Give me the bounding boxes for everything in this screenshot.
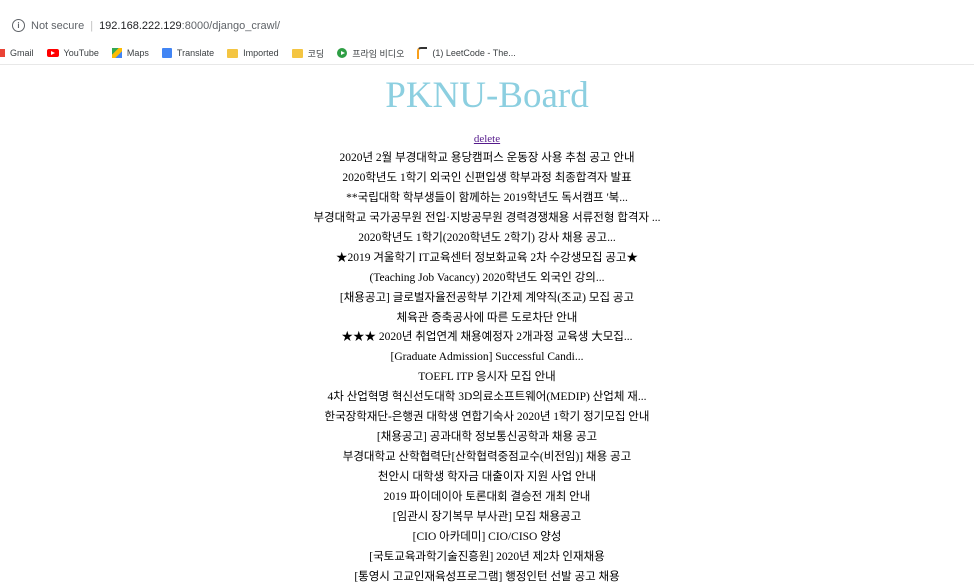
bookmark-translate[interactable]: Translate [161, 48, 215, 58]
bookmark-label: 코딩 [307, 48, 325, 59]
bookmark-label: (1) LeetCode - The... [432, 48, 516, 58]
bookmark-youtube[interactable]: YouTube [46, 48, 99, 58]
post-item[interactable]: 천안시 대학생 학자금 대출이자 지원 사업 안내 [0, 468, 974, 488]
post-item[interactable]: [임관시 장기복무 부사관] 모집 채용공고 [0, 508, 974, 528]
play-icon [337, 48, 348, 58]
url-separator: | [90, 19, 94, 32]
post-item[interactable]: TOEFL ITP 응시자 모집 안내 [0, 368, 974, 388]
post-item[interactable]: 한국장학재단-은행권 대학생 연합기숙사 2020년 1학기 정기모집 안내 [0, 408, 974, 428]
bookmark-imported[interactable]: Imported [227, 48, 279, 58]
delete-container: delete [0, 132, 974, 146]
bookmark-label: Maps [126, 48, 149, 58]
bookmark-leetcode[interactable]: (1) LeetCode - The... [417, 47, 516, 59]
post-item[interactable]: 체육관 증축공사에 따른 도로차단 안내 [0, 309, 974, 329]
bookmark-label: Imported [243, 48, 279, 58]
post-item[interactable]: [CIO 아카데미] CIO/CISO 양성 [0, 528, 974, 548]
address-bar[interactable]: i Not secure | 192.168.222.129:8000/djan… [0, 0, 974, 42]
bookmark-label: 프라임 비디오 [352, 48, 405, 59]
delete-link[interactable]: delete [474, 133, 500, 145]
bookmark-label: Gmail [10, 48, 34, 58]
post-item[interactable]: 부경대학교 산학협력단[산학협력중점교수(비전임)] 채용 공고 [0, 448, 974, 468]
post-item[interactable]: [Graduate Admission] Successful Candi... [0, 348, 974, 368]
translate-icon [161, 48, 172, 58]
post-item[interactable]: [통영시 고교인재육성프로그램] 행정인턴 선발 공고 채용 [0, 568, 974, 588]
maps-icon [111, 48, 122, 58]
bookmark-prime-video[interactable]: 프라임 비디오 [337, 47, 404, 60]
post-item[interactable]: 2020학년도 1학기(2020학년도 2학기) 강사 채용 공고... [0, 229, 974, 249]
post-item[interactable]: [채용공고] 글로벌자율전공학부 기간제 계약직(조교) 모집 공고 [0, 289, 974, 309]
page-title: PKNU-Board [385, 75, 589, 116]
bookmark-coding[interactable]: 코딩 [291, 47, 325, 60]
post-item[interactable]: [국토교육과학기술진흥원] 2020년 제2차 인재채용 [0, 548, 974, 568]
info-icon[interactable]: i [12, 19, 25, 32]
post-item[interactable]: **국립대학 학부생들이 함께하는 2019학년도 독서캠프 '북... [0, 189, 974, 209]
post-item[interactable]: (Teaching Job Vacancy) 2020학년도 외국인 강의... [0, 269, 974, 289]
post-item[interactable]: 4차 산업혁명 혁신선도대학 3D의료소프트웨어(MEDIP) 산업체 재... [0, 388, 974, 408]
post-item[interactable]: 2020학년도 1학기 외국인 신편입생 학부과정 최종합격자 발표 [0, 169, 974, 189]
leetcode-icon [417, 47, 428, 59]
post-item[interactable]: ★2019 겨울학기 IT교육센터 정보화교육 2차 수강생모집 공고★ [0, 249, 974, 269]
post-list: 2020년 2월 부경대학교 용당캠퍼스 운동장 사용 추첨 공고 안내 202… [0, 149, 974, 588]
bookmarks-bar: Gmail YouTube Maps Translate Imported 코딩… [0, 42, 974, 65]
post-item[interactable]: 부경대학교 국가공무원 전입·지방공무원 경력경쟁채용 서류전형 합격자 ... [0, 209, 974, 229]
bookmark-label: Translate [176, 48, 215, 58]
url-host: 192.168.222.129 [99, 19, 182, 32]
bookmark-gmail[interactable]: Gmail [0, 48, 34, 58]
post-item[interactable]: [채용공고] 공과대학 정보통신공학과 채용 공고 [0, 428, 974, 448]
security-label: Not secure [31, 19, 85, 32]
bookmark-label: YouTube [63, 48, 99, 58]
youtube-icon [46, 49, 59, 57]
bookmark-maps[interactable]: Maps [111, 48, 149, 58]
url-row[interactable]: i Not secure | 192.168.222.129:8000/djan… [12, 19, 280, 32]
post-item[interactable]: 2019 파이데이아 토론대회 결승전 개최 안내 [0, 488, 974, 508]
folder-icon [227, 48, 239, 58]
url-path: :8000/django_crawl/ [181, 19, 281, 32]
folder-icon [291, 48, 303, 58]
gmail-icon [0, 49, 5, 57]
post-item[interactable]: 2020년 2월 부경대학교 용당캠퍼스 운동장 사용 추첨 공고 안내 [0, 149, 974, 169]
post-item[interactable]: ★★★ 2020년 취업연계 채용예정자 2개과정 교육생 大모집... [0, 328, 974, 348]
